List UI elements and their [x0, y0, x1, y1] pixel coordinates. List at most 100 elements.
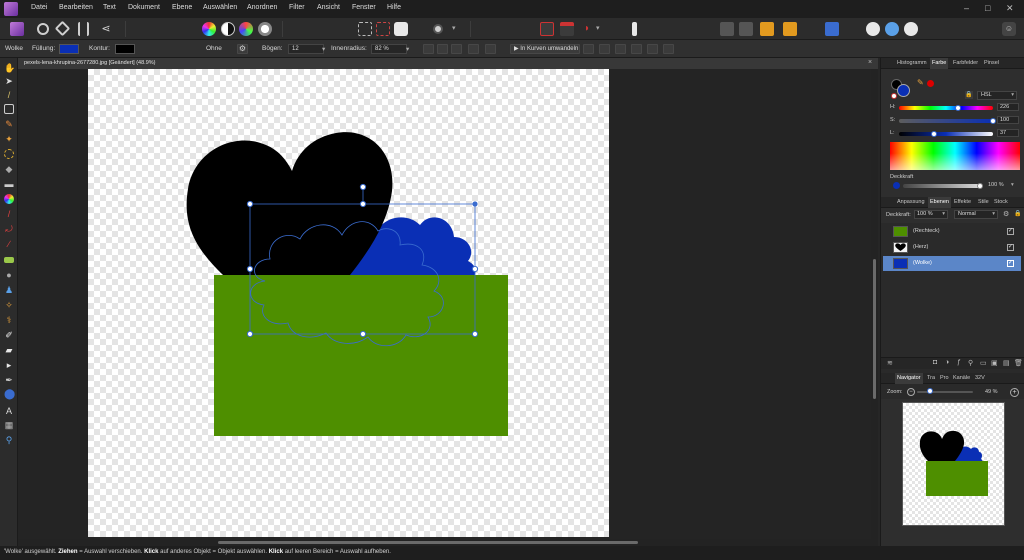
align-bottom-icon[interactable] — [663, 44, 674, 54]
resize-handle-top-right[interactable] — [472, 201, 478, 207]
menu-filter[interactable]: Filter — [289, 4, 305, 11]
layer-row-rechteck[interactable]: (Rechteck) ✓ — [883, 224, 1021, 239]
tone-mapping-persona-icon[interactable] — [78, 22, 89, 36]
refine-icon[interactable] — [560, 22, 574, 36]
align-top-icon[interactable] — [631, 44, 642, 54]
arrange-front-icon[interactable] — [783, 22, 797, 36]
menu-auswaehlen[interactable]: Auswählen — [203, 4, 237, 11]
crop-tool-icon[interactable] — [4, 104, 14, 114]
clone-tool-icon[interactable]: ♟ — [4, 285, 14, 295]
arrange-back-icon[interactable] — [720, 22, 734, 36]
document-tab[interactable]: pexels-lena-khrupina-2677280.jpg [Geände… — [18, 58, 878, 69]
layer-visibility-checkbox[interactable]: ✓ — [1007, 244, 1014, 251]
tab-anpassung[interactable]: Anpassung — [895, 199, 927, 205]
resize-handle-left[interactable] — [246, 265, 254, 273]
lock-icon[interactable]: 🔒 — [965, 91, 973, 99]
blend-mode-select[interactable]: Normal ▾ — [954, 210, 998, 219]
snap-center-icon[interactable] — [437, 44, 448, 54]
hue-slider-knob[interactable] — [955, 105, 962, 111]
arrange-forward-icon[interactable] — [760, 22, 774, 36]
gradient-tool-icon[interactable]: ▬ — [4, 179, 14, 189]
develop-persona-icon[interactable] — [54, 20, 71, 37]
menu-ansicht[interactable]: Ansicht — [317, 4, 340, 11]
align-right-icon[interactable] — [615, 44, 626, 54]
hue-value[interactable]: 226 — [997, 103, 1019, 111]
layer-visibility-checkbox[interactable]: ✓ — [1007, 260, 1014, 267]
saturation-slider[interactable] — [899, 119, 993, 123]
zoom-tool-icon[interactable]: ⚲ — [4, 435, 14, 445]
tab-transform[interactable]: Tra — [925, 375, 937, 381]
resize-handle-bottom-left[interactable] — [246, 330, 254, 338]
snapping-icon[interactable] — [825, 22, 839, 36]
snap-edges-icon[interactable] — [451, 44, 462, 54]
chevron-down-icon[interactable]: ▾ — [596, 22, 610, 36]
align-middle-icon[interactable] — [647, 44, 658, 54]
flip-icon[interactable] — [468, 44, 479, 54]
fx-icon[interactable]: ƒ — [957, 359, 961, 366]
tab-stile[interactable]: Stile — [976, 199, 991, 205]
align-left-icon[interactable] — [583, 44, 594, 54]
zoom-in-icon[interactable]: + — [1010, 388, 1019, 397]
white-balance-icon[interactable] — [258, 22, 272, 36]
layer-row-wolke[interactable]: (Wolke) ✓ — [883, 256, 1021, 271]
opacity-slider[interactable] — [903, 184, 981, 188]
vertical-scroll-thumb[interactable] — [873, 259, 876, 399]
gear-icon[interactable]: ⚙ — [1003, 210, 1009, 218]
transform-origin-icon[interactable] — [423, 44, 434, 54]
patch-tool-icon[interactable]: ▰ — [4, 345, 14, 355]
zoom-slider[interactable] — [917, 391, 973, 393]
hand-tool-icon[interactable]: ✋ — [4, 63, 15, 73]
paint-brush-tool-icon[interactable]: / — [4, 209, 14, 219]
vertical-scrollbar[interactable] — [871, 69, 878, 539]
freehand-selection-tool-icon[interactable] — [4, 149, 14, 159]
tab-32v[interactable]: 32V — [973, 375, 987, 381]
quick-mask-icon[interactable] — [540, 22, 554, 36]
tab-effekte[interactable]: Effekte — [952, 199, 973, 205]
mesh-warp-tool-icon[interactable]: ▦ — [4, 420, 14, 430]
mask-brush-icon[interactable]: ◗ — [580, 22, 594, 36]
chevron-down-icon[interactable]: ▾ — [1011, 182, 1014, 188]
tab-kanaele[interactable]: Kanäle — [951, 375, 972, 381]
smudge-tool-icon[interactable]: ● — [4, 270, 14, 280]
assistant-icon[interactable] — [866, 22, 880, 36]
saturation-slider-knob[interactable] — [990, 118, 996, 124]
fill-color-swatch[interactable] — [59, 44, 79, 54]
minimize-icon[interactable]: – — [964, 3, 969, 13]
inpainting-tool-icon[interactable]: ✐ — [4, 330, 14, 340]
selection-brush-tool-icon[interactable]: ✎ — [4, 119, 14, 129]
chevron-down-icon[interactable]: ▾ — [406, 45, 409, 53]
add-pixel-layer-icon[interactable]: ▤ — [1003, 359, 1010, 367]
rotation-handle[interactable] — [359, 183, 367, 191]
horizontal-scroll-thumb[interactable] — [218, 541, 638, 544]
deselect-icon[interactable] — [376, 22, 390, 36]
horizontal-scrollbar[interactable] — [18, 539, 878, 546]
canvas-viewport[interactable] — [18, 69, 878, 539]
flood-select-tool-icon[interactable]: ✦ — [4, 134, 14, 144]
menu-datei[interactable]: Datei — [31, 4, 47, 11]
select-all-icon[interactable] — [358, 22, 372, 36]
group-icon[interactable]: ▭ — [980, 359, 987, 367]
swap-color-icon[interactable] — [927, 80, 934, 87]
arrange-backward-icon[interactable] — [739, 22, 753, 36]
photo-persona-icon[interactable] — [10, 22, 24, 36]
liquify-persona-icon[interactable] — [37, 23, 49, 35]
mask-icon[interactable]: ◘ — [933, 359, 937, 366]
layer-row-herz[interactable]: (Herz) ✓ — [883, 240, 1021, 255]
hue-slider[interactable] — [899, 106, 993, 110]
arcs-input[interactable]: 12 — [288, 44, 324, 54]
erase-tool-icon[interactable] — [4, 257, 14, 263]
resize-handle-bottom[interactable] — [359, 330, 367, 338]
fill-color-well[interactable] — [897, 84, 910, 97]
delete-layer-icon[interactable]: 🗑 — [1014, 359, 1023, 367]
color-model-select[interactable]: HSL ▾ — [977, 91, 1017, 100]
stroke-color-swatch[interactable] — [115, 44, 135, 54]
document-canvas[interactable] — [88, 69, 609, 537]
mixer-brush-tool-icon[interactable]: ⤾ — [4, 224, 14, 234]
brush-options-icon[interactable] — [433, 24, 443, 34]
no-color-icon[interactable] — [891, 93, 897, 99]
gear-icon[interactable]: ⚙ — [237, 44, 248, 54]
dodge-tool-icon[interactable]: ∕ — [4, 239, 14, 249]
tab-stock[interactable]: Stock — [992, 199, 1010, 205]
share-icon[interactable]: ⋖ — [99, 22, 113, 36]
zoom-out-icon[interactable]: − — [907, 388, 915, 396]
